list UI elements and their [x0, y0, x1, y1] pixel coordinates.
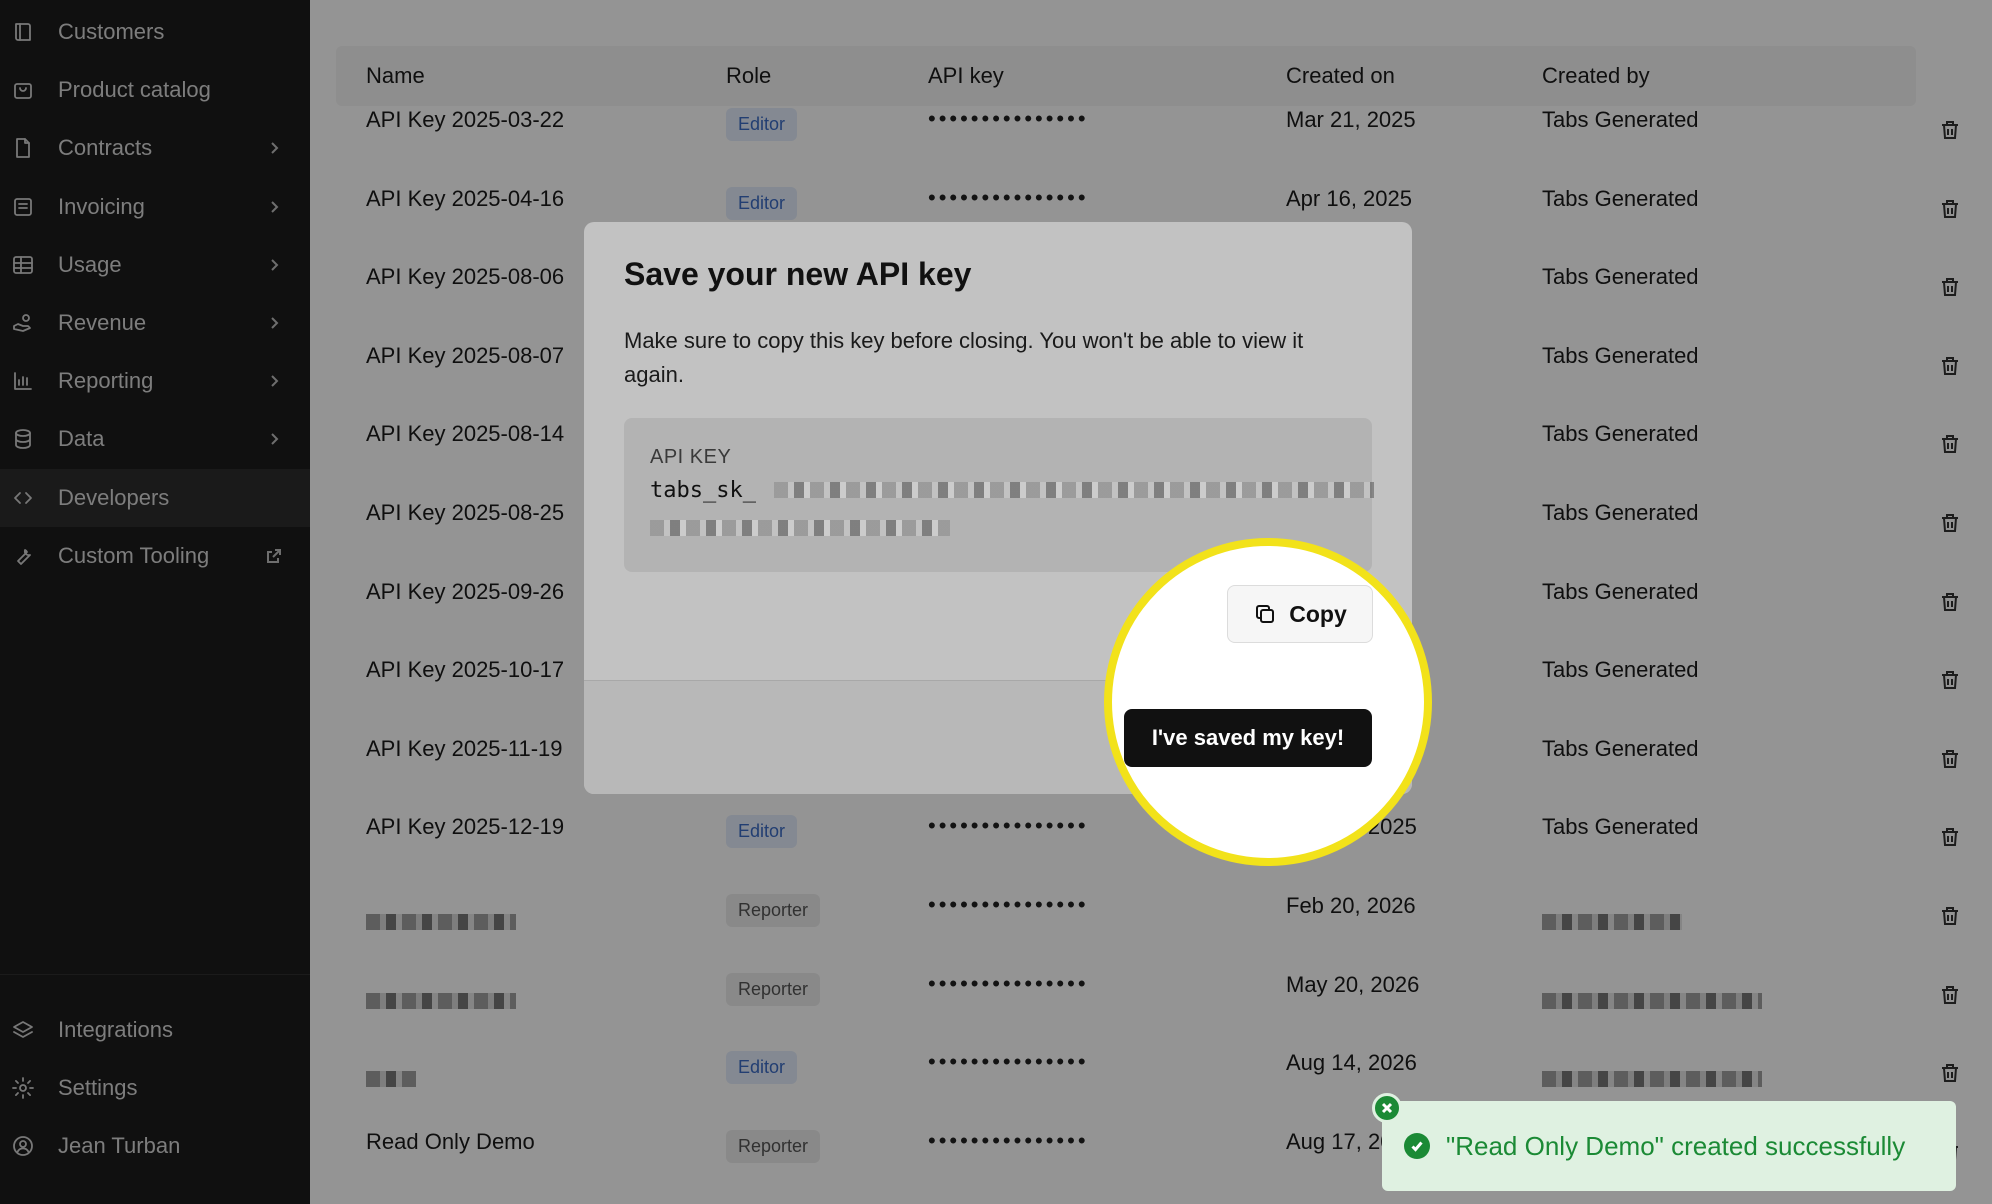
api-key-label: API KEY — [650, 446, 732, 468]
api-key-prefix: tabs_sk_ — [650, 478, 756, 503]
dialog-title: Save your new API key — [624, 256, 972, 292]
api-key-value[interactable]: tabs_sk_ — [650, 478, 756, 503]
toast-message: "Read Only Demo" created successfully — [1446, 1131, 1906, 1161]
saved-key-button[interactable]: I've saved my key! — [1124, 709, 1372, 767]
close-icon — [1381, 1102, 1393, 1114]
copy-icon — [1253, 602, 1289, 626]
redacted-key-line-1 — [774, 482, 1374, 498]
copy-button-label: Copy — [1289, 600, 1347, 627]
redacted-key-line-2 — [650, 520, 950, 536]
check-circle-icon — [1404, 1133, 1430, 1159]
toast-close-button[interactable] — [1372, 1093, 1402, 1123]
dialog-description: Make sure to copy this key before closin… — [624, 328, 1304, 387]
copy-button[interactable]: Copy — [1227, 585, 1373, 643]
